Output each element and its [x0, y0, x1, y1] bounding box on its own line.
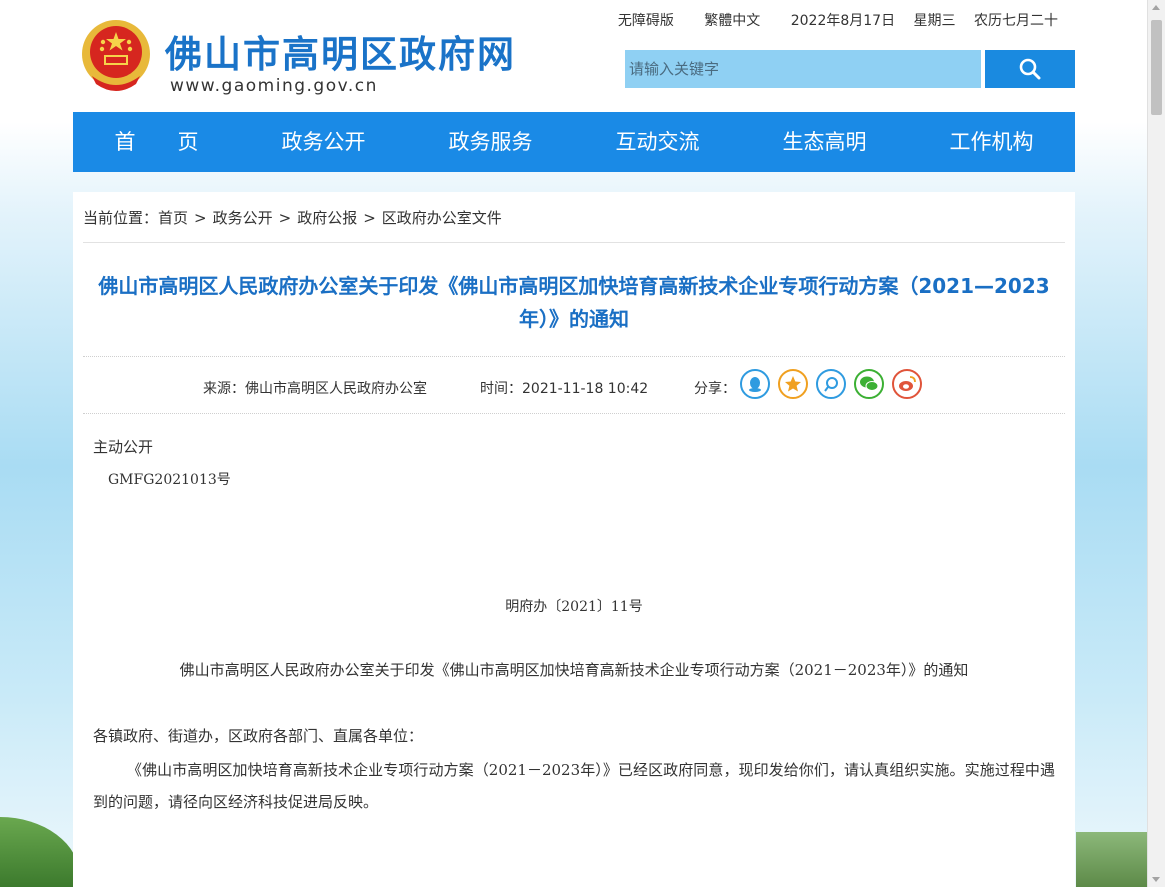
breadcrumb: 当前位置：首页 > 政务公开 > 政府公报 > 区政府办公室文件 [83, 207, 502, 228]
article-panel: 当前位置：首页 > 政务公开 > 政府公报 > 区政府办公室文件 佛山市高明区人民政府办公室… [73, 192, 1075, 887]
document-code: GMFG2021013号 [108, 472, 231, 488]
nav-interaction[interactable]: 互动交流 [574, 112, 741, 172]
national-emblem-logo[interactable] [80, 18, 152, 96]
breadcrumb-separator: > [194, 209, 207, 227]
current-weekday: 星期三 [913, 13, 956, 29]
qzone-share-button[interactable] [778, 369, 808, 399]
breadcrumb-gazette[interactable]: 政府公报 [297, 209, 357, 227]
accessibility-link[interactable]: 无障碍版 [618, 13, 674, 29]
pengyou-share-button[interactable] [816, 369, 846, 399]
search-bar [625, 50, 1075, 88]
nav-gov-affairs-open[interactable]: 政务公开 [240, 112, 407, 172]
share-label: 分享： [694, 381, 736, 397]
document-heading: 佛山市高明区人民政府办公室关于印发《佛山市高明区加快培育高新技术企业专项行动方案… [179, 661, 969, 679]
breadcrumb-prefix: 当前位置： [83, 209, 159, 227]
scrollbar-thumb[interactable] [1151, 20, 1162, 115]
breadcrumb-home[interactable]: 首页 [158, 209, 188, 227]
addressee: 各镇政府、街道办，区政府各部门、直属各单位： [93, 727, 424, 745]
scroll-up-arrow-icon[interactable] [1152, 5, 1160, 10]
nav-home[interactable]: 首 页 [73, 112, 240, 172]
nav-eco-gaoming[interactable]: 生态高明 [741, 112, 908, 172]
breadcrumb-office-docs[interactable]: 区政府办公室文件 [382, 209, 502, 227]
vertical-scrollbar[interactable] [1147, 0, 1165, 887]
nav-agencies[interactable]: 工作机构 [908, 112, 1075, 172]
breadcrumb-separator: > [278, 209, 292, 227]
wechat-icon [860, 376, 879, 391]
qzone-star-icon [785, 376, 801, 392]
qq-share-button[interactable] [740, 369, 770, 399]
site-url: www.gaoming.gov.cn [170, 76, 378, 96]
scroll-down-arrow-icon[interactable] [1152, 877, 1160, 882]
search-icon [1019, 58, 1041, 80]
header: 佛山市高明区政府网 www.gaoming.gov.cn 无障碍版 繁體中文 2… [0, 0, 1148, 112]
weibo-icon [899, 376, 916, 391]
body-paragraph: 《佛山市高明区加快培育高新技术企业专项行动方案（2021－2023年）》已经区政… [93, 761, 1055, 811]
article-source: 来源：佛山市高明区人民政府办公室 [203, 381, 427, 397]
wechat-share-button[interactable] [854, 369, 884, 399]
qq-icon [749, 377, 761, 392]
search-button[interactable] [985, 50, 1075, 88]
breadcrumb-separator: > [363, 209, 376, 227]
article-meta: 来源：佛山市高明区人民政府办公室 时间：2021-11-18 10:42 分享： [73, 369, 1075, 409]
current-date: 2022年8月17日 [790, 13, 896, 29]
weibo-share-button[interactable] [892, 369, 922, 399]
divider [83, 413, 1065, 414]
share-buttons [740, 369, 922, 399]
divider [83, 356, 1065, 357]
document-number: 明府办〔2021〕11号 [505, 599, 643, 615]
site-title[interactable]: 佛山市高明区政府网 [165, 24, 516, 78]
article-title: 佛山市高明区人民政府办公室关于印发《佛山市高明区加快培育高新技术企业专项行动方案… [98, 274, 1050, 331]
main-nav: 首 页 政务公开 政务服务 互动交流 生态高明 工作机构 [73, 112, 1075, 172]
pengyou-icon [824, 377, 838, 392]
search-input[interactable] [625, 50, 981, 88]
nav-gov-services[interactable]: 政务服务 [407, 112, 574, 172]
traditional-chinese-link[interactable]: 繁體中文 [704, 13, 760, 29]
background-scenery-right [1076, 832, 1148, 887]
divider [83, 242, 1065, 243]
lunar-date: 农历七月二十 [974, 13, 1058, 29]
disclosure-type: 主动公开 [93, 438, 154, 456]
article-time: 时间：2021-11-18 10:42 [480, 381, 649, 397]
breadcrumb-gov-affairs[interactable]: 政务公开 [213, 209, 273, 227]
top-links: 无障碍版 繁體中文 2022年8月17日 星期三 农历七月二十 [592, 10, 1058, 30]
